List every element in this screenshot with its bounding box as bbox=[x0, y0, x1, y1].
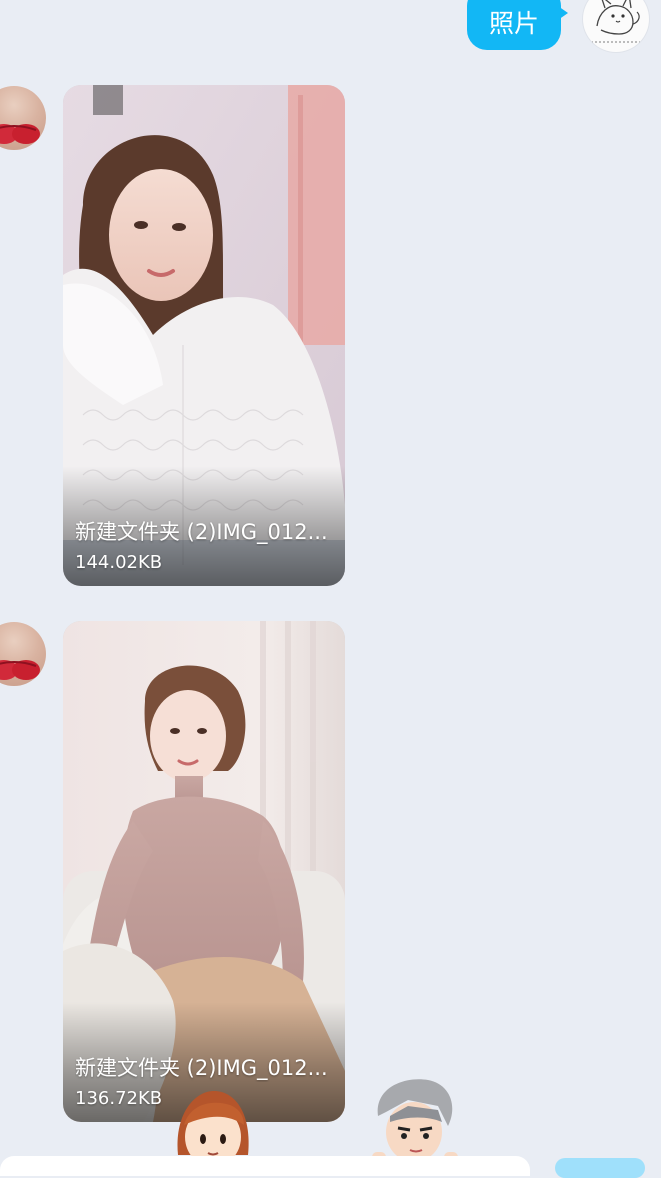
man-sticker-icon bbox=[368, 1076, 460, 1165]
peer-avatar[interactable] bbox=[0, 622, 46, 686]
file-size: 136.72KB bbox=[75, 1088, 163, 1109]
chat-conversation: 照片 新建文件夹 (2)IMG_012... 144.02KB 新建文件夹 (2… bbox=[0, 0, 661, 1178]
outgoing-message-text: 照片 bbox=[488, 9, 539, 38]
photo-avatar-icon bbox=[0, 124, 40, 144]
self-avatar[interactable] bbox=[583, 0, 649, 52]
photo-avatar-icon bbox=[0, 660, 40, 680]
outgoing-message-bubble[interactable]: 照片 bbox=[467, 0, 568, 50]
image-file-card[interactable]: 新建文件夹 (2)IMG_012... 136.72KB bbox=[63, 621, 345, 1122]
send-button[interactable] bbox=[555, 1158, 645, 1178]
cat-sketch-icon bbox=[591, 0, 641, 43]
message-input-bar[interactable] bbox=[0, 1156, 530, 1176]
peer-avatar[interactable] bbox=[0, 86, 46, 150]
image-file-card[interactable]: 新建文件夹 (2)IMG_012... 144.02KB bbox=[63, 85, 345, 586]
file-size: 144.02KB bbox=[75, 552, 163, 573]
file-name: 新建文件夹 (2)IMG_012... bbox=[75, 520, 328, 544]
file-name: 新建文件夹 (2)IMG_012... bbox=[75, 1056, 328, 1080]
girl-sticker-icon bbox=[170, 1085, 256, 1167]
